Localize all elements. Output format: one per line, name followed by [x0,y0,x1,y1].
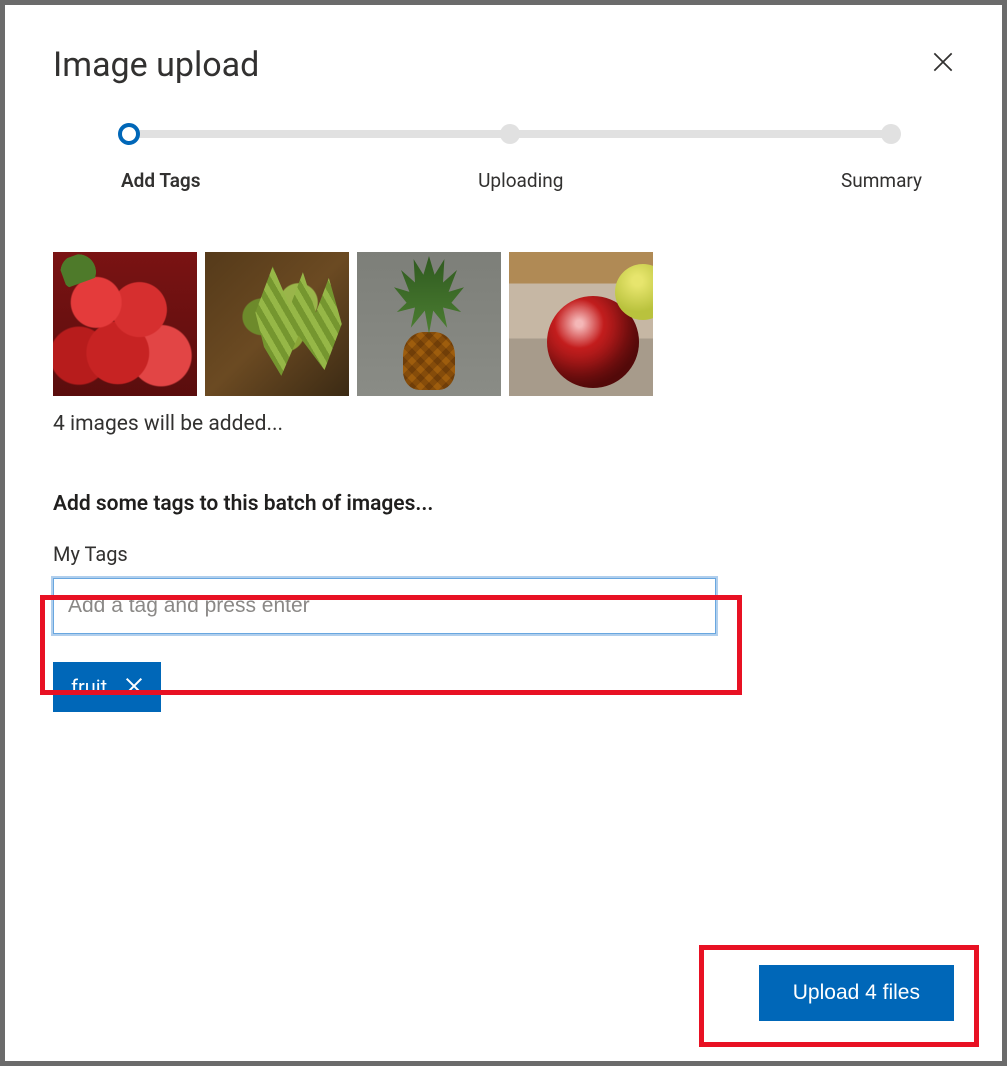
upload-files-button[interactable]: Upload 4 files [759,965,954,1021]
step-label-add-tags: Add Tags [121,169,200,192]
dialog-title: Image upload [53,45,259,85]
tag-input-wrap [53,578,954,634]
stepper-labels: Add Tags Uploading Summary [121,169,922,192]
thumbnail[interactable] [53,252,197,396]
upload-button-label: Upload 4 files [793,981,920,1004]
step-label-uploading: Uploading [478,169,563,192]
thumbnail[interactable] [509,252,653,396]
step-node-summary [881,124,901,144]
tag-chip: fruit [53,662,161,712]
tags-section-heading: Add some tags to this batch of images... [53,492,954,516]
thumbnail-strip [53,252,954,396]
close-icon [930,63,956,78]
step-label-summary: Summary [841,169,922,192]
image-upload-dialog: Image upload Add Tags Uploading Summary … [5,5,1002,1061]
thumbnail[interactable] [357,252,501,396]
step-node-uploading [500,124,520,144]
step-node-add-tags [118,123,140,145]
tag-chip-remove-button[interactable] [121,673,147,702]
dialog-header: Image upload [53,45,954,117]
close-button[interactable] [924,43,962,84]
tag-chip-label: fruit [71,675,107,699]
tag-chip-list: fruit [53,634,954,712]
images-pending-text: 4 images will be added... [53,412,954,436]
close-icon [123,675,145,700]
wizard-stepper [121,127,899,141]
thumbnail[interactable] [205,252,349,396]
my-tags-subheading: My Tags [53,542,954,566]
tag-input[interactable] [53,578,716,634]
